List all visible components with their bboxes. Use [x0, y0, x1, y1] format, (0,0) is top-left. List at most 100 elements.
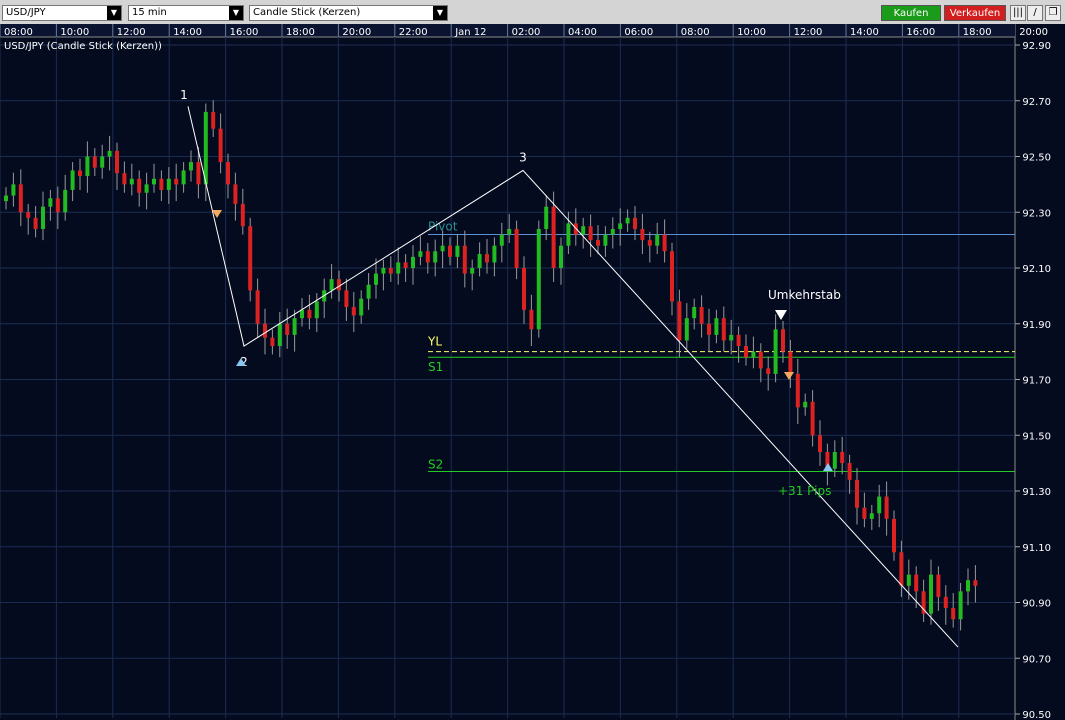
candle-body [714, 318, 719, 335]
timeframe-select[interactable]: 15 min ▼ [128, 5, 244, 21]
chart-style-value: Candle Stick (Kerzen) [253, 7, 361, 18]
candle-body [485, 254, 489, 263]
candle-body [544, 206, 549, 229]
y-tick-label: 92.90 [1022, 41, 1051, 52]
detach-window-icon[interactable]: ❐ [1045, 5, 1061, 21]
candle-body [122, 173, 127, 185]
chevron-down-icon[interactable]: ▼ [229, 6, 243, 20]
x-tick-label: 14:00 [850, 27, 879, 38]
x-tick-label: 16:00 [230, 27, 259, 38]
chevron-down-icon[interactable]: ▼ [433, 6, 447, 20]
annotation-umkehrstab: Umkehrstab [768, 288, 841, 302]
candle-body [196, 162, 201, 185]
candle-body [958, 591, 963, 620]
y-tick-label: 92.30 [1022, 208, 1051, 219]
x-tick-label: 10:00 [60, 27, 89, 38]
candle-body [411, 256, 415, 268]
level-label-s2: S2 [428, 457, 443, 471]
candle-body [536, 228, 541, 330]
candlestick-chart[interactable]: 08:00 10:00 12:00 14:00 16:00 18:00 20:00 22:00… [0, 24, 1065, 720]
x-tick-label: 20:00 [342, 27, 371, 38]
y-tick-label: 91.30 [1022, 487, 1051, 498]
y-tick-label: 91.70 [1022, 376, 1051, 387]
candle-body [144, 184, 149, 193]
buy-button[interactable]: Kaufen [881, 5, 941, 21]
candle-body [884, 496, 889, 519]
candle-body [751, 351, 756, 358]
y-axis-panel [1015, 24, 1065, 720]
candle-body [662, 234, 667, 252]
x-tick-label: 16:00 [906, 27, 935, 38]
candle-body [85, 156, 90, 177]
candle-body [433, 251, 438, 263]
y-tick-label: 91.50 [1022, 431, 1051, 442]
candle-body [692, 307, 697, 319]
candle-body [337, 279, 341, 291]
draw-line-icon[interactable]: / [1027, 5, 1043, 21]
x-tick-label: 06:00 [624, 27, 653, 38]
candle-body [973, 580, 978, 586]
x-tick-label: 14:00 [173, 27, 202, 38]
candle-body [455, 245, 460, 257]
candle-body [470, 268, 475, 274]
candle-body [588, 226, 593, 241]
candle-body [670, 251, 674, 302]
candle-body [951, 608, 956, 620]
y-tick-label: 90.90 [1022, 599, 1051, 610]
x-tick-label: Jan 12 [454, 27, 486, 38]
candle-body [41, 206, 45, 229]
candle-body [729, 334, 734, 341]
candle-body [677, 301, 682, 341]
candle-body [596, 240, 600, 246]
candle-body [840, 451, 845, 464]
candle-body [388, 268, 393, 274]
candle-body [633, 217, 637, 229]
candle-body [499, 234, 504, 246]
candle-body [396, 262, 401, 274]
candle-body [418, 251, 423, 257]
candle-body [203, 111, 208, 185]
level-label-s1: S1 [428, 360, 443, 374]
x-tick-label: 12:00 [117, 27, 146, 38]
candle-body [55, 198, 60, 213]
candle-body [448, 245, 452, 257]
y-tick-label: 90.70 [1022, 654, 1051, 665]
symbol-select[interactable]: USD/JPY ▼ [2, 5, 122, 21]
timeframe-value: 15 min [132, 7, 167, 18]
candle-body [647, 240, 652, 246]
candle-body [403, 262, 408, 268]
candle-body [359, 298, 364, 316]
candle-body [189, 162, 193, 171]
candle-body [877, 496, 882, 514]
candle-body [943, 596, 948, 609]
candle-body [788, 351, 793, 374]
candle-body [581, 226, 586, 235]
chart-style-select[interactable]: Candle Stick (Kerzen) ▼ [249, 5, 448, 21]
x-tick-label: 04:00 [568, 27, 597, 38]
candle-body [129, 178, 134, 185]
candle-body [640, 228, 645, 241]
candle-body [522, 268, 526, 310]
candle-body [314, 301, 319, 319]
candle-body [18, 184, 23, 213]
y-tick-label: 92.70 [1022, 97, 1051, 108]
candle-body [270, 337, 275, 347]
y-tick-label: 90.50 [1022, 710, 1051, 720]
chart-title: USD/JPY (Candle Stick (Kerzen)) [4, 41, 162, 52]
candle-body [492, 245, 497, 263]
candle-body [625, 217, 630, 224]
candle-body [277, 323, 282, 347]
candle-body [781, 329, 785, 352]
x-tick-label: 22:00 [399, 27, 428, 38]
candle-body [529, 309, 534, 330]
bar-chart-icon[interactable]: ||| [1010, 5, 1026, 21]
pattern-point-label: 1 [180, 88, 188, 102]
candle-body [344, 290, 349, 308]
symbol-value: USD/JPY [6, 7, 46, 18]
x-tick-label: 20:00 [1019, 27, 1048, 38]
candle-body [966, 580, 970, 592]
candle-body [610, 228, 615, 235]
pattern-point-label: 3 [519, 150, 527, 164]
chevron-down-icon[interactable]: ▼ [107, 6, 121, 20]
sell-button[interactable]: Verkaufen [944, 5, 1006, 21]
